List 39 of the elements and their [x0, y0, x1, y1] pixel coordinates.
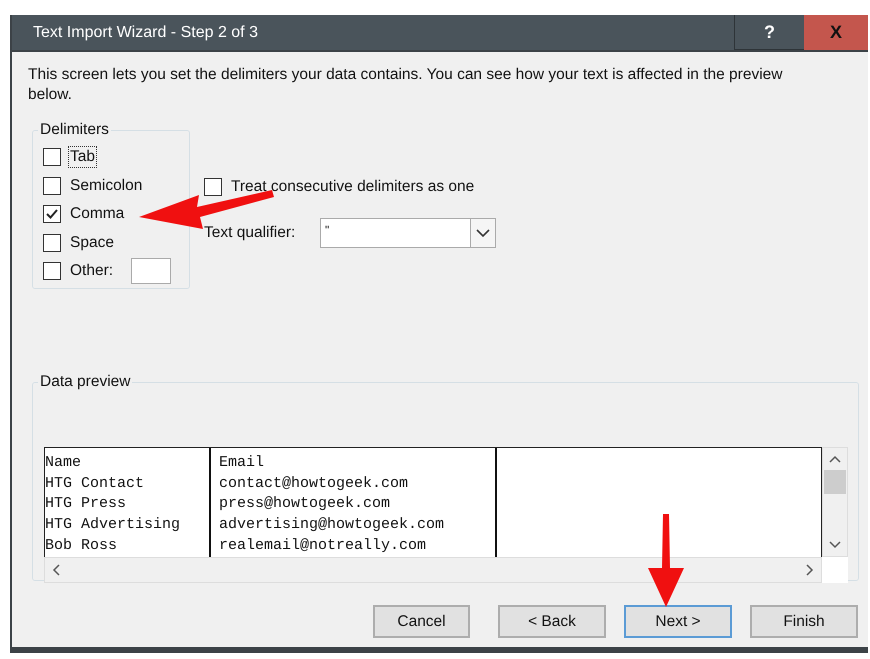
- group-title: Delimiters: [39, 121, 110, 139]
- table-cell-text: contact@howtogeek.com: [219, 474, 410, 494]
- checkbox-label[interactable]: Semicolon: [68, 174, 144, 197]
- table-cell-text: HTG Contact: [45, 474, 146, 494]
- table-cell-text: HTG Press: [45, 494, 128, 514]
- checkbox-label[interactable]: Treat consecutive delimiters as one: [229, 176, 476, 198]
- horizontal-scrollbar[interactable]: [44, 557, 822, 583]
- scroll-thumb[interactable]: [824, 470, 846, 494]
- dialog-button[interactable]: Finish: [750, 605, 858, 638]
- table-cell-text: Name: [45, 453, 82, 473]
- table-cell-text: realemail@notreally.com: [219, 536, 428, 556]
- checkbox-label[interactable]: Other:: [68, 260, 116, 282]
- dialog-button[interactable]: Next >: [624, 605, 732, 638]
- checkbox-label[interactable]: Tab: [68, 146, 97, 168]
- table-cell-text: press@howtogeek.com: [219, 494, 392, 514]
- checkbox[interactable]: [204, 178, 222, 196]
- checkbox-label[interactable]: Space: [68, 232, 116, 254]
- text-qualifier-dropdown[interactable]: ": [320, 218, 496, 248]
- checkbox-label[interactable]: Comma: [68, 203, 126, 226]
- other-input-field[interactable]: [131, 258, 172, 284]
- checkbox[interactable]: [43, 262, 61, 280]
- table-cell-text: Email: [219, 453, 266, 473]
- checkbox[interactable]: [43, 234, 61, 252]
- close-button[interactable]: X: [804, 15, 868, 50]
- vertical-scrollbar[interactable]: [822, 447, 848, 557]
- instructions-text: This screen lets you set the delimiters your data contains. You can see how your text is affected in the preview below.: [28, 65, 784, 105]
- table-cell-text: advertising@howtogeek.com: [219, 515, 446, 536]
- table-cell-text: Bob Ross: [45, 536, 118, 556]
- window-title: Text Import Wizard - Step 2 of 3: [32, 24, 259, 42]
- help-button[interactable]: ?: [734, 15, 804, 50]
- dialog-button[interactable]: < Back: [498, 605, 606, 638]
- checkbox[interactable]: [43, 176, 61, 195]
- dialog-button[interactable]: Cancel: [373, 605, 470, 638]
- text-qualifier-label: Text qualifier:: [204, 224, 296, 242]
- table-cell-text: HTG Advertising: [45, 515, 182, 536]
- caret-icon: [470, 218, 495, 246]
- checkbox[interactable]: [43, 148, 61, 166]
- checkbox[interactable]: [43, 205, 61, 224]
- group-title: Data preview: [39, 373, 132, 391]
